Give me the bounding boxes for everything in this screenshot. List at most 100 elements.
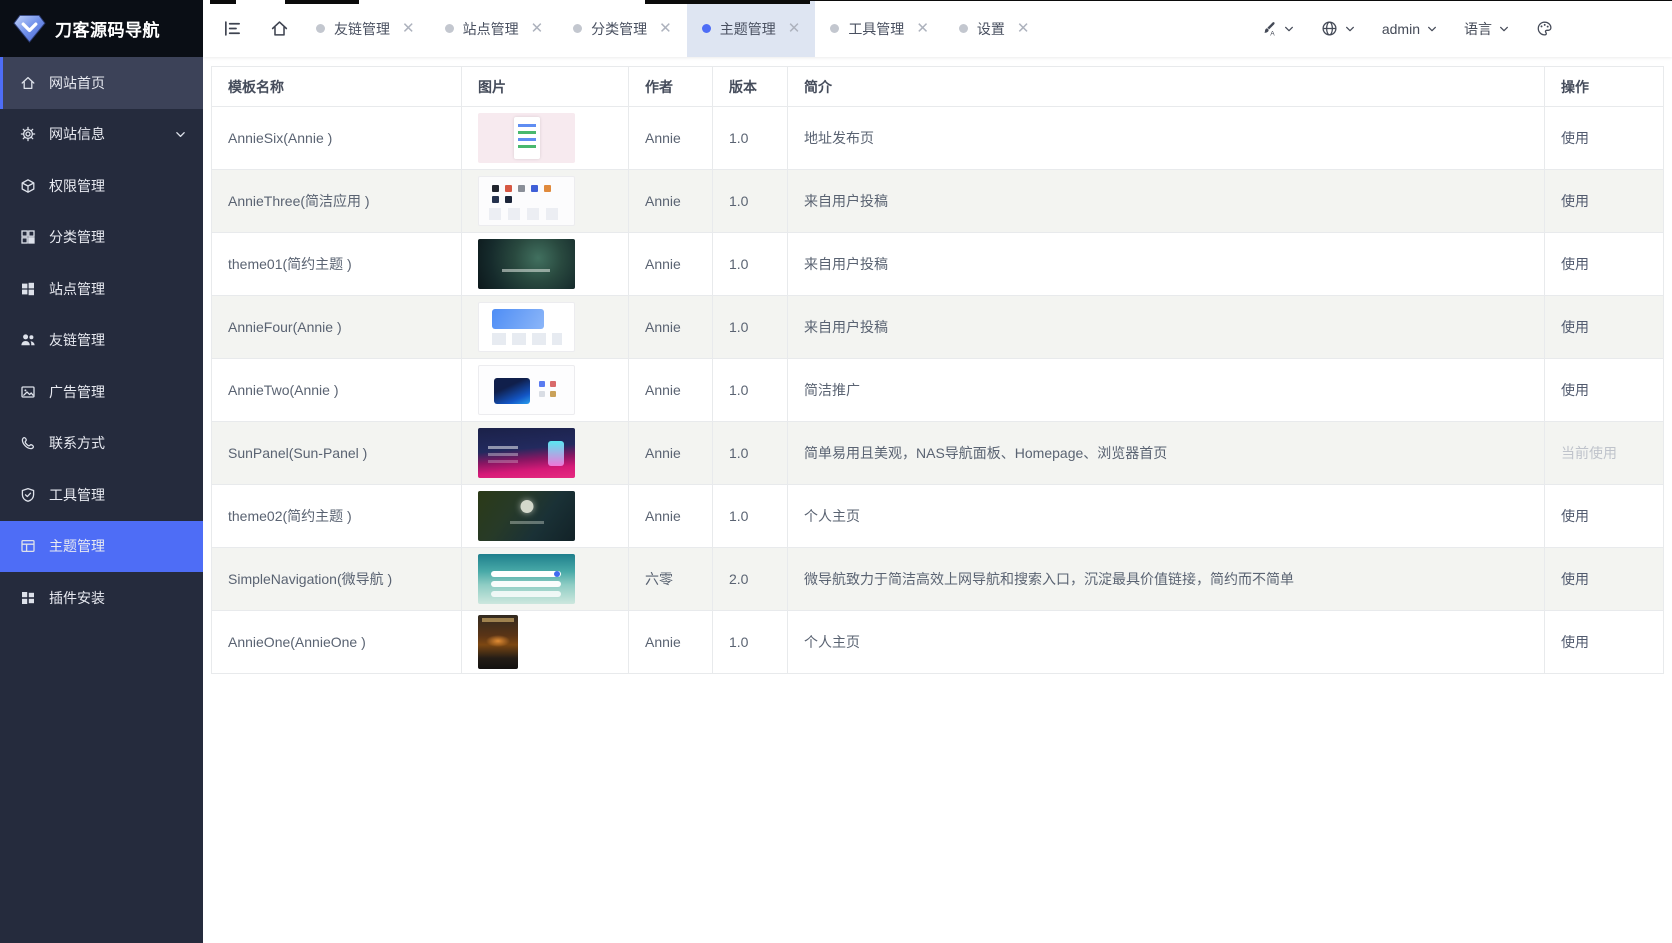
users-icon: [20, 332, 36, 348]
sidebar-item-label: 分类管理: [49, 227, 105, 247]
sidebar-item-ads[interactable]: 广告管理: [0, 366, 203, 418]
chevron-down-icon: [1498, 23, 1510, 35]
sidebar-item-site-info[interactable]: 网站信息: [0, 109, 203, 161]
action-cell: 使用: [1545, 359, 1664, 422]
close-tab-icon[interactable]: ✕: [531, 21, 544, 36]
description-cell: 来自用户投稿: [788, 233, 1545, 296]
tab-tools[interactable]: 工具管理 ✕: [815, 0, 944, 57]
template-thumbnail[interactable]: [478, 302, 575, 352]
author-cell: 六零: [629, 548, 713, 611]
version-cell: 1.0: [713, 296, 788, 359]
close-tab-icon[interactable]: ✕: [916, 21, 929, 36]
close-tab-icon[interactable]: ✕: [659, 21, 672, 36]
screen-artifact: [285, 0, 359, 4]
author-cell: Annie: [629, 296, 713, 359]
sidebar: 刀客源码导航 网站首页 网站信息 权限管理 分类管理 站点管理 友链管理 广告管…: [0, 0, 203, 943]
windows-icon: [20, 281, 36, 297]
use-button[interactable]: 使用: [1561, 256, 1589, 272]
template-image-cell: [462, 548, 629, 611]
sidebar-item-themes[interactable]: 主题管理: [0, 521, 203, 573]
sidebar-item-friend-links[interactable]: 友链管理: [0, 315, 203, 367]
use-button[interactable]: 使用: [1561, 634, 1589, 650]
user-dropdown[interactable]: admin: [1373, 21, 1447, 37]
tab-status-dot: [316, 24, 325, 33]
close-tab-icon[interactable]: ✕: [1017, 21, 1030, 36]
action-cell: 当前使用: [1545, 422, 1664, 485]
author-cell: Annie: [629, 170, 713, 233]
use-button[interactable]: 使用: [1561, 571, 1589, 587]
table-row: theme02(简约主题 ) Annie 1.0 个人主页 使用: [212, 485, 1664, 548]
language-label: 语言: [1464, 19, 1492, 39]
username: admin: [1382, 21, 1420, 37]
description-cell: 个人主页: [788, 611, 1545, 674]
column-header: 图片: [462, 67, 629, 107]
logo-diamond-icon: [13, 14, 46, 43]
tab-friend-links[interactable]: 友链管理 ✕: [301, 0, 430, 57]
chevron-down-icon: [1344, 23, 1356, 35]
description-cell: 来自用户投稿: [788, 296, 1545, 359]
tab-label: 分类管理: [591, 19, 647, 39]
version-cell: 1.0: [713, 170, 788, 233]
sidebar-menu: 网站首页 网站信息 权限管理 分类管理 站点管理 友链管理 广告管理 联系方式 …: [0, 57, 203, 624]
template-name-cell: SimpleNavigation(微导航 ): [212, 548, 462, 611]
sidebar-item-home[interactable]: 网站首页: [0, 57, 203, 109]
template-thumbnail[interactable]: [478, 176, 575, 226]
sidebar-item-sites[interactable]: 站点管理: [0, 263, 203, 315]
template-name-cell: theme01(简约主题 ): [212, 233, 462, 296]
tab-settings[interactable]: 设置 ✕: [944, 0, 1045, 57]
close-tab-icon[interactable]: ✕: [402, 21, 415, 36]
tab-label: 友链管理: [334, 19, 390, 39]
template-image-cell: [462, 296, 629, 359]
phone-icon: [20, 435, 36, 451]
author-cell: Annie: [629, 485, 713, 548]
template-thumbnail[interactable]: [478, 113, 575, 163]
sidebar-item-plugins[interactable]: 插件安装: [0, 572, 203, 624]
theme-palette-button[interactable]: [1527, 20, 1562, 37]
use-button[interactable]: 使用: [1561, 130, 1589, 146]
sidebar-item-categories[interactable]: 分类管理: [0, 212, 203, 264]
home-icon: [270, 19, 289, 38]
theme-brush-dropdown[interactable]: [1251, 20, 1304, 37]
content-area: 模板名称图片作者版本简介操作 AnnieSix(Annie ) Annie 1.…: [203, 57, 1672, 674]
use-button[interactable]: 使用: [1561, 508, 1589, 524]
use-button[interactable]: 使用: [1561, 382, 1589, 398]
tab-categories[interactable]: 分类管理 ✕: [558, 0, 687, 57]
template-thumbnail[interactable]: [478, 554, 575, 604]
description-cell: 简单易用且美观，NAS导航面板、Homepage、浏览器首页: [788, 422, 1545, 485]
topbar-right: admin 语言: [1251, 0, 1562, 57]
tab-sites[interactable]: 站点管理 ✕: [430, 0, 559, 57]
author-cell: Annie: [629, 611, 713, 674]
sidebar-item-label: 权限管理: [49, 176, 105, 196]
version-cell: 1.0: [713, 422, 788, 485]
template-thumbnail[interactable]: [478, 365, 575, 415]
screen-artifact: [810, 0, 1672, 1]
sidebar-item-label: 广告管理: [49, 382, 105, 402]
close-tab-icon[interactable]: ✕: [788, 21, 801, 36]
language-dropdown[interactable]: 语言: [1455, 19, 1519, 39]
template-image-cell: [462, 233, 629, 296]
sidebar-item-label: 网站信息: [49, 124, 105, 144]
network-dropdown[interactable]: [1312, 20, 1365, 37]
sidebar-item-label: 插件安装: [49, 588, 105, 608]
template-thumbnail[interactable]: [478, 491, 575, 541]
template-name-cell: AnnieTwo(Annie ): [212, 359, 462, 422]
home-tab-button[interactable]: [270, 19, 289, 38]
template-thumbnail[interactable]: [478, 615, 518, 669]
template-name-cell: SunPanel(Sun-Panel ): [212, 422, 462, 485]
use-button[interactable]: 使用: [1561, 319, 1589, 335]
sidebar-item-tools[interactable]: 工具管理: [0, 469, 203, 521]
sidebar-item-permissions[interactable]: 权限管理: [0, 160, 203, 212]
globe-icon: [1321, 20, 1338, 37]
sidebar-collapse-button[interactable]: [223, 19, 242, 38]
use-button[interactable]: 使用: [1561, 193, 1589, 209]
template-thumbnail[interactable]: [478, 428, 575, 478]
tab-themes[interactable]: 主题管理 ✕: [687, 0, 816, 57]
template-thumbnail[interactable]: [478, 239, 575, 289]
sidebar-item-contact[interactable]: 联系方式: [0, 418, 203, 470]
image-icon: [20, 384, 36, 400]
action-cell: 使用: [1545, 107, 1664, 170]
author-cell: Annie: [629, 107, 713, 170]
template-name-cell: AnnieFour(Annie ): [212, 296, 462, 359]
author-cell: Annie: [629, 422, 713, 485]
current-use-label: 当前使用: [1561, 445, 1617, 461]
